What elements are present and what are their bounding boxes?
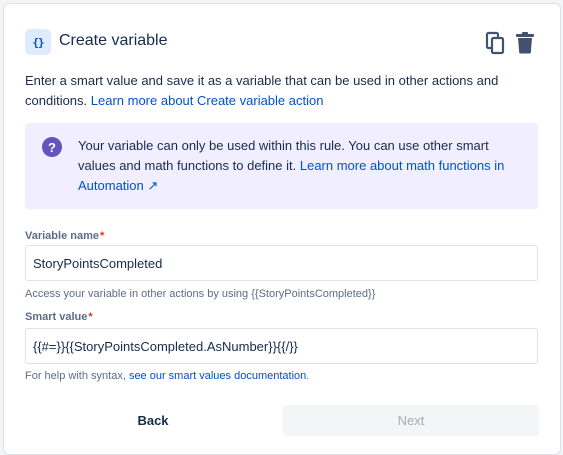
copy-button[interactable] xyxy=(483,30,507,56)
back-button[interactable]: Back xyxy=(25,405,281,436)
smart-value-label-text: Smart value xyxy=(25,311,88,323)
smart-values-docs-link[interactable]: see our smart values documentation xyxy=(129,370,306,382)
smart-value-input[interactable]: {{#=}}{{StoryPointsCompleted.AsNumber}}{… xyxy=(25,328,538,364)
create-variable-panel: {} Create variable Enter a smart value a… xyxy=(3,3,561,455)
smart-value-label: Smart value* xyxy=(25,311,93,323)
smart-value-help-suffix: . xyxy=(306,370,310,382)
required-indicator: * xyxy=(100,230,105,242)
next-button[interactable]: Next xyxy=(283,405,539,436)
question-icon: ? xyxy=(42,137,62,157)
panel-header: {} Create variable xyxy=(25,28,540,60)
trash-icon xyxy=(516,32,534,54)
learn-more-create-variable-link[interactable]: Learn more about Create variable action xyxy=(91,93,324,108)
smart-value-help-prefix: For help with syntax, xyxy=(25,370,129,382)
info-text: Your variable can only be used within th… xyxy=(78,136,518,196)
variable-name-label-text: Variable name xyxy=(25,230,99,242)
external-link-icon: ↗ xyxy=(147,178,159,193)
smart-value-help: For help with syntax, see our smart valu… xyxy=(25,370,309,382)
variable-name-label: Variable name* xyxy=(25,230,104,242)
delete-button[interactable] xyxy=(513,30,537,56)
variable-name-help: Access your variable in other actions by… xyxy=(25,288,376,300)
required-indicator: * xyxy=(88,311,93,323)
description: Enter a smart value and save it as a var… xyxy=(25,71,525,111)
info-banner: ? Your variable can only be used within … xyxy=(25,123,538,209)
variable-braces-icon: {} xyxy=(25,29,51,55)
variable-name-input[interactable]: StoryPointsCompleted xyxy=(25,245,538,281)
panel-title: Create variable xyxy=(59,32,168,49)
copy-icon xyxy=(485,31,505,55)
